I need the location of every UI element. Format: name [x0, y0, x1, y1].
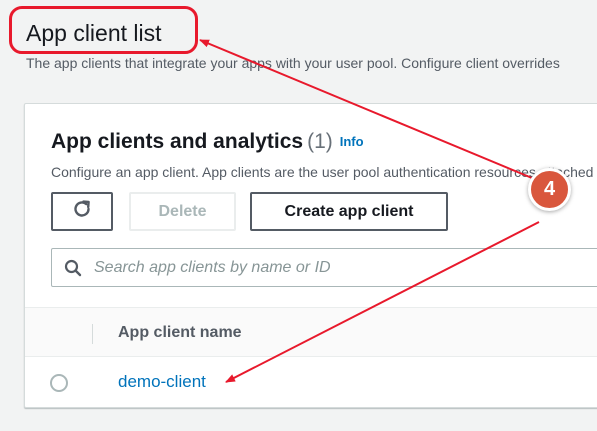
app-client-link[interactable]: demo-client [118, 372, 206, 392]
app-clients-panel: App clients and analytics (1) Info Configu… [24, 103, 597, 408]
table-header: App client name [25, 307, 597, 357]
refresh-button[interactable] [51, 192, 113, 231]
create-app-client-button[interactable]: Create app client [250, 192, 448, 231]
refresh-icon [71, 198, 93, 225]
step-number-badge: 4 [528, 168, 571, 211]
search-box[interactable] [51, 248, 597, 287]
section-count: (1) [307, 130, 333, 153]
page-description: The app clients that integrate your apps… [26, 55, 560, 71]
column-divider [92, 324, 93, 344]
page: App client list The app clients that int… [0, 0, 597, 431]
table-row[interactable]: demo-client [25, 357, 597, 409]
row-select-radio[interactable] [50, 374, 68, 392]
section-title: App clients and analytics [51, 130, 304, 153]
info-link[interactable]: Info [340, 134, 364, 149]
section-description: Configure an app client. App clients are… [51, 164, 597, 180]
column-header-app-client-name[interactable]: App client name [118, 324, 242, 342]
page-title: App client list [26, 20, 162, 46]
search-input[interactable] [94, 258, 597, 277]
search-icon [52, 259, 94, 277]
section-header: App clients and analytics (1) Info [51, 130, 364, 154]
delete-button[interactable]: Delete [129, 192, 236, 231]
